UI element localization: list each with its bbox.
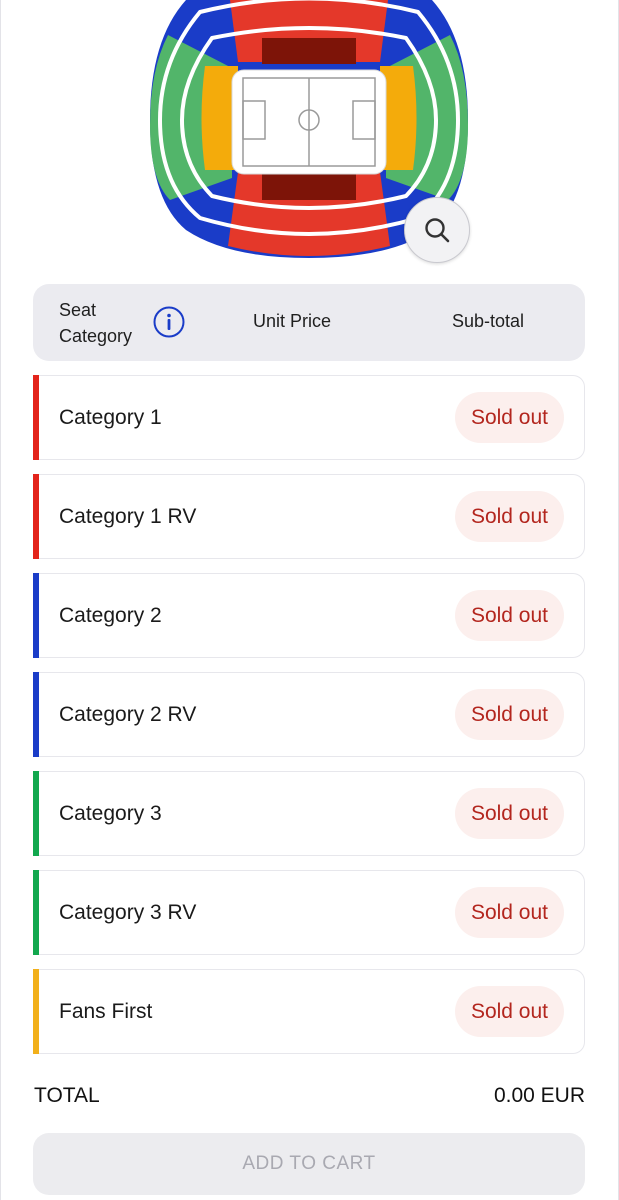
stadium-darkred-top — [262, 38, 356, 64]
category-color-stripe — [33, 375, 39, 460]
sold-out-badge: Sold out — [454, 491, 564, 542]
table-header: Seat Category Unit Price Sub-total — [33, 284, 585, 361]
stadium-map[interactable] — [0, 0, 619, 275]
sold-out-badge: Sold out — [454, 392, 564, 443]
category-name: Category 3 — [59, 802, 162, 825]
sold-out-badge: Sold out — [454, 986, 564, 1037]
category-name: Fans First — [59, 1000, 153, 1023]
category-row-2-rv[interactable]: Category 2 RV Sold out — [33, 672, 585, 757]
category-row-fans-first[interactable]: Fans First Sold out — [33, 969, 585, 1054]
header-unit-price: Unit Price — [253, 311, 332, 331]
category-color-stripe — [33, 474, 39, 559]
category-name: Category 2 RV — [59, 703, 197, 726]
header-seat-category: Seat Category — [59, 300, 133, 346]
category-color-stripe — [33, 771, 39, 856]
stadium-darkred-bottom — [262, 172, 356, 200]
category-row-2[interactable]: Category 2 Sold out — [33, 573, 585, 658]
category-row-3[interactable]: Category 3 Sold out — [33, 771, 585, 856]
search-icon — [425, 218, 450, 243]
category-list: Category 1 Sold out Category 1 RV Sold o… — [33, 375, 585, 1068]
sold-out-badge: Sold out — [454, 887, 564, 938]
category-name: Category 1 — [59, 406, 162, 429]
total-value: 0.00 EUR — [493, 1084, 585, 1107]
category-name: Category 3 RV — [59, 901, 197, 924]
sold-out-badge: Sold out — [454, 689, 564, 740]
map-zoom-button[interactable] — [404, 197, 470, 263]
category-color-stripe — [33, 969, 39, 1054]
total-label: TOTAL — [34, 1084, 100, 1107]
sold-out-badge: Sold out — [454, 590, 564, 641]
sold-out-badge: Sold out — [454, 788, 564, 839]
category-color-stripe — [33, 573, 39, 658]
category-color-stripe — [33, 672, 39, 757]
stadium-map-graphic — [150, 0, 468, 258]
header-subtotal: Sub-total — [452, 311, 525, 331]
category-row-1[interactable]: Category 1 Sold out — [33, 375, 585, 460]
category-color-stripe — [33, 870, 39, 955]
category-row-3-rv[interactable]: Category 3 RV Sold out — [33, 870, 585, 955]
add-to-cart-button[interactable]: ADD TO CART — [33, 1133, 585, 1195]
info-icon[interactable] — [153, 306, 185, 338]
category-row-1-rv[interactable]: Category 1 RV Sold out — [33, 474, 585, 559]
category-name: Category 2 — [59, 604, 162, 627]
category-name: Category 1 RV — [59, 505, 197, 528]
